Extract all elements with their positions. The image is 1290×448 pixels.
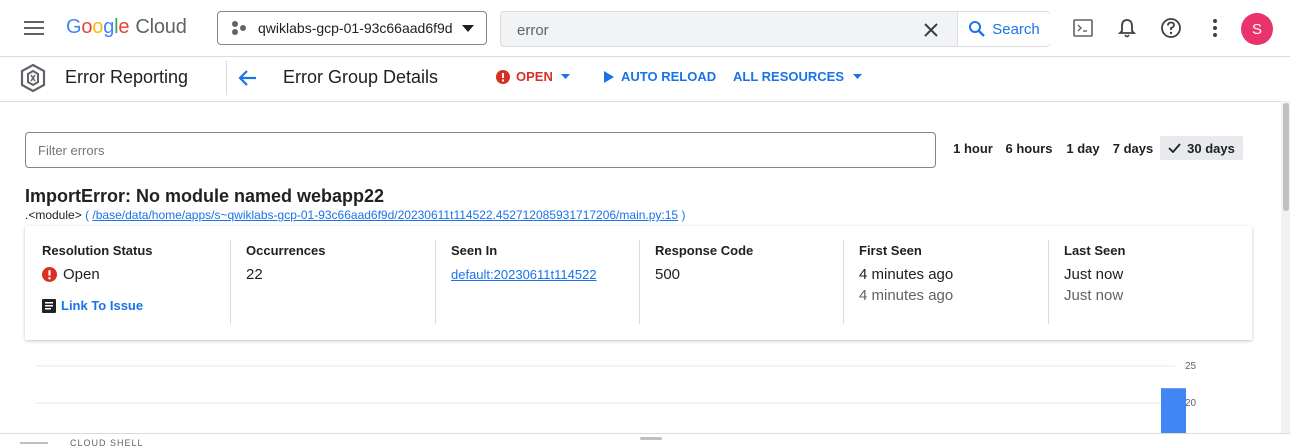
range-1-hour[interactable]: 1 hour — [948, 136, 998, 160]
all-resources-dropdown[interactable]: ALL RESOURCES — [733, 69, 862, 84]
range-7-days[interactable]: 7 days — [1110, 136, 1156, 160]
response-code-value: 500 — [655, 266, 681, 283]
help-icon[interactable] — [1159, 16, 1183, 40]
range-1-day[interactable]: 1 day — [1062, 136, 1104, 160]
more-vert-icon[interactable] — [1203, 16, 1227, 40]
occurrences-value: 22 — [246, 266, 263, 283]
chevron-down-icon — [853, 74, 862, 79]
error-reporting-logo-icon — [20, 63, 46, 93]
occurrences-column: Occurrences 22 — [246, 243, 326, 283]
cloud-shell-bar: CLOUD SHELL — [0, 433, 1290, 448]
error-summary-card: Resolution Status Open Link To Issue Occ… — [25, 226, 1252, 340]
divider — [226, 61, 227, 95]
error-icon — [496, 69, 510, 84]
last-seen-column: Last Seen Just now Just now — [1064, 243, 1126, 304]
divider — [843, 240, 844, 324]
error-icon — [42, 267, 57, 282]
first-seen-subvalue: 4 minutes ago — [859, 287, 954, 304]
search-button[interactable]: Search — [957, 12, 1050, 46]
y-tick-20: 20 — [1185, 398, 1197, 409]
y-tick-25: 25 — [1185, 361, 1197, 372]
product-title: Error Reporting — [65, 67, 189, 87]
filter-errors-input[interactable] — [36, 142, 920, 159]
divider — [1048, 240, 1049, 324]
search-icon — [969, 21, 986, 37]
project-name: qwiklabs-gcp-01-93c66aad6f9d — [258, 20, 453, 36]
divider — [230, 240, 231, 324]
top-bar: Google Cloud qwiklabs-gcp-01-93c66aad6f9d… — [0, 0, 1290, 57]
divider — [639, 240, 640, 324]
seen-in-column: Seen In default:20230611t114522 — [451, 243, 597, 282]
resize-handle[interactable] — [640, 437, 662, 440]
check-icon — [1168, 143, 1181, 153]
page-title: Error Group Details — [283, 67, 439, 87]
notes-icon — [42, 298, 56, 313]
first-seen-column: First Seen 4 minutes ago 4 minutes ago — [859, 243, 954, 304]
chevron-down-icon — [462, 25, 474, 32]
source-path-link[interactable]: /base/data/home/apps/s~qwiklabs-gcp-01-9… — [92, 208, 678, 222]
search-input[interactable] — [515, 19, 899, 41]
project-icon — [232, 21, 246, 35]
cloud-shell-icon[interactable] — [1071, 16, 1095, 40]
chart-bar[interactable] — [1161, 388, 1186, 435]
error-location: .<module> ( /base/data/home/apps/s~qwikl… — [25, 208, 686, 222]
divider — [435, 240, 436, 324]
resolution-status-value[interactable]: Open — [42, 266, 100, 283]
range-6-hours[interactable]: 6 hours — [1002, 136, 1056, 160]
link-to-issue-button[interactable]: Link To Issue — [42, 298, 143, 313]
range-30-days[interactable]: 30 days — [1160, 136, 1243, 160]
project-selector[interactable]: qwiklabs-gcp-01-93c66aad6f9d — [217, 11, 487, 45]
play-icon — [604, 70, 614, 83]
resolution-status-column: Resolution Status Open Link To Issue — [42, 243, 153, 313]
google-cloud-logo[interactable]: Google Cloud — [66, 16, 187, 39]
occurrences-chart: 25 20 — [35, 361, 1197, 435]
close-icon[interactable] — [921, 20, 941, 40]
scrollbar[interactable] — [1281, 101, 1290, 435]
response-code-column: Response Code 500 — [655, 243, 754, 283]
cloud-shell-label: CLOUD SHELL — [70, 438, 144, 448]
error-title: ImportError: No module named webapp22 — [25, 186, 385, 206]
filter-bar — [25, 132, 936, 168]
minimize-icon[interactable] — [20, 442, 48, 444]
scroll-thumb[interactable] — [1283, 103, 1289, 211]
first-seen-value: 4 minutes ago — [859, 266, 954, 283]
product-header: Error Reporting Error Group Details OPEN… — [0, 57, 1290, 102]
last-seen-subvalue: Just now — [1064, 287, 1124, 304]
auto-reload-button[interactable]: AUTO RELOAD — [604, 69, 716, 84]
chevron-down-icon — [560, 74, 570, 79]
hamburger-menu-icon[interactable] — [20, 14, 48, 42]
last-seen-value: Just now — [1064, 266, 1124, 283]
back-arrow-icon[interactable] — [236, 66, 260, 90]
status-dropdown[interactable]: OPEN — [496, 69, 570, 84]
seen-in-link[interactable]: default:20230611t114522 — [451, 267, 597, 282]
avatar[interactable]: S — [1241, 13, 1273, 45]
notifications-bell-icon[interactable] — [1115, 16, 1139, 40]
search-bar: Search — [500, 11, 1050, 47]
